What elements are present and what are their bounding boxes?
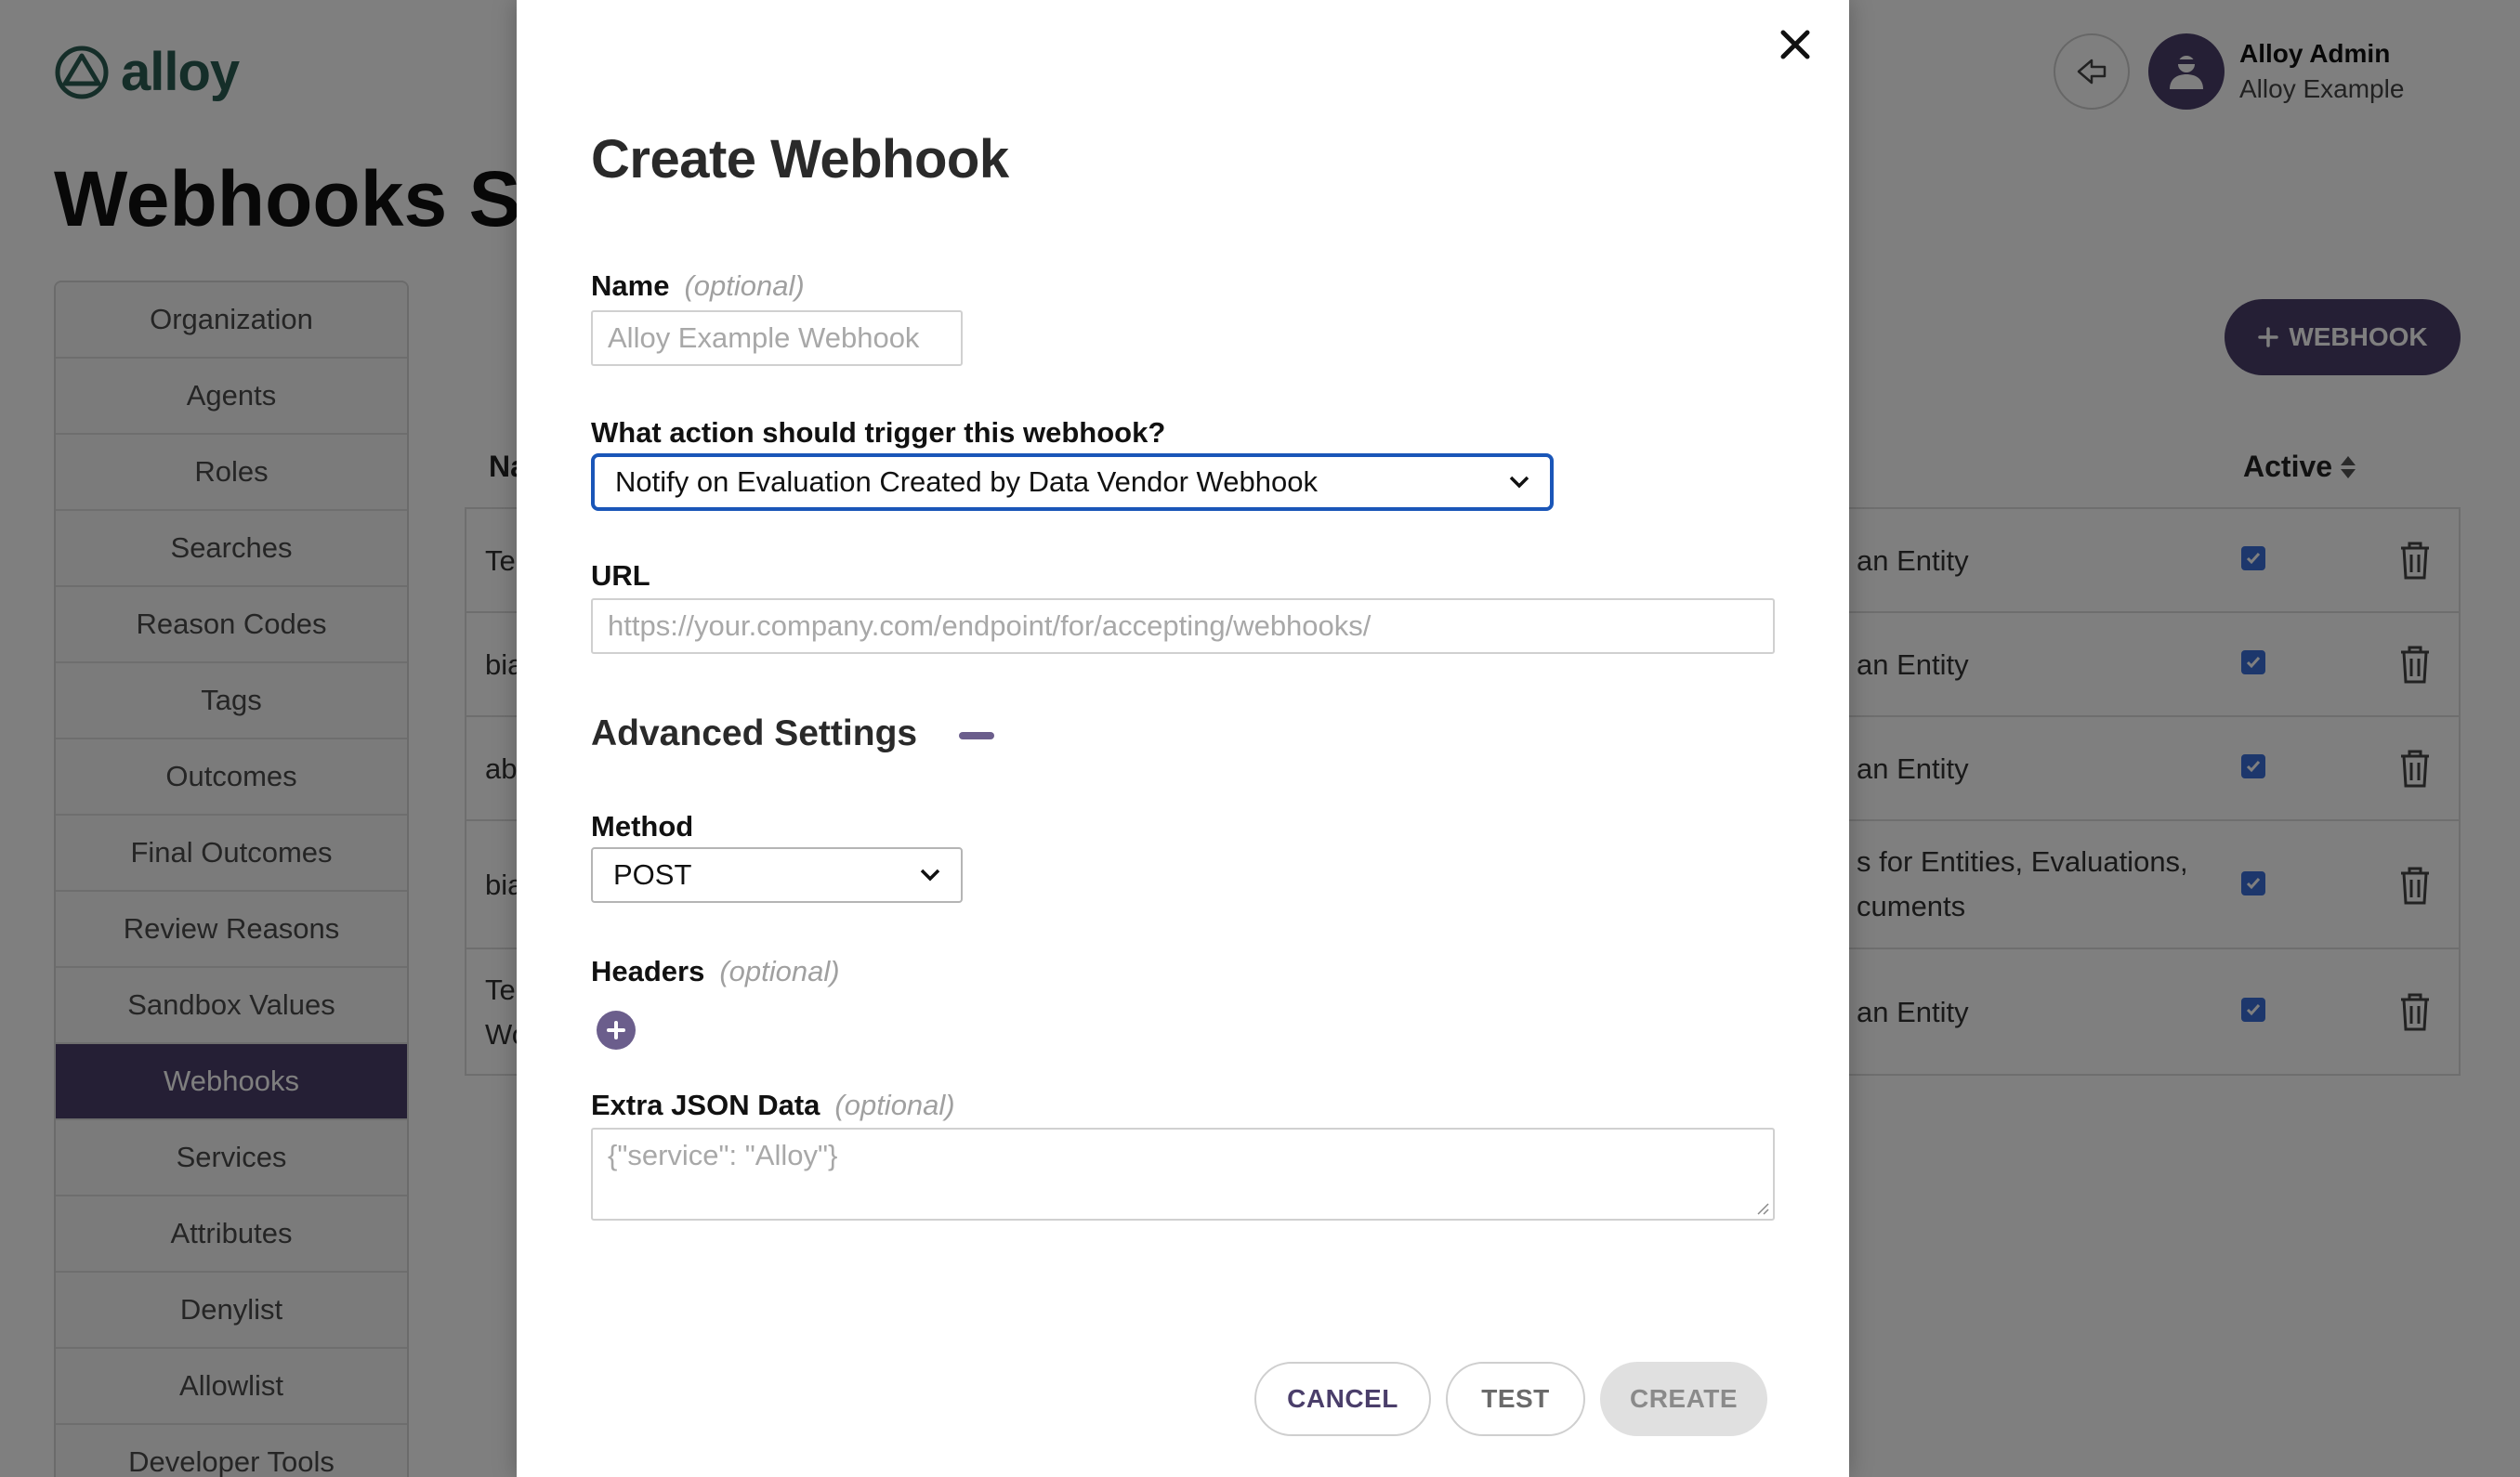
test-button[interactable]: TEST	[1446, 1362, 1585, 1436]
trigger-label: What action should trigger this webhook?	[591, 416, 1166, 449]
resize-grip-icon[interactable]	[1754, 1200, 1769, 1215]
name-optional-hint: (optional)	[684, 269, 805, 302]
method-select[interactable]: POST	[591, 847, 963, 903]
trigger-select[interactable]: Notify on Evaluation Created by Data Ven…	[591, 453, 1554, 511]
extra-json-textarea[interactable]: {"service": "Alloy"}	[591, 1128, 1775, 1221]
chevron-down-icon	[920, 869, 940, 882]
extra-json-placeholder: {"service": "Alloy"}	[608, 1139, 838, 1171]
plus-circle-icon	[607, 1021, 625, 1039]
headers-label: Headers (optional)	[591, 955, 840, 988]
extra-json-label: Extra JSON Data (optional)	[591, 1089, 955, 1122]
advanced-settings-title: Advanced Settings	[591, 713, 918, 753]
modal-title: Create Webhook	[591, 129, 1009, 190]
name-label: Name (optional)	[591, 269, 805, 303]
extra-json-label-text: Extra JSON Data	[591, 1089, 820, 1121]
name-input[interactable]: Alloy Example Webhook	[591, 310, 963, 366]
url-input[interactable]: https://your.company.com/endpoint/for/ac…	[591, 598, 1775, 654]
minus-icon[interactable]	[959, 732, 994, 739]
create-button[interactable]: CREATE	[1600, 1362, 1767, 1436]
method-label: Method	[591, 810, 694, 843]
close-icon	[1780, 30, 1810, 59]
name-label-text: Name	[591, 269, 670, 302]
url-label: URL	[591, 559, 650, 592]
trigger-select-value: Notify on Evaluation Created by Data Ven…	[615, 465, 1318, 498]
headers-optional-hint: (optional)	[719, 955, 840, 987]
close-button[interactable]	[1769, 19, 1821, 71]
method-select-value: POST	[613, 858, 692, 891]
chevron-down-icon	[1509, 476, 1529, 489]
headers-label-text: Headers	[591, 955, 705, 987]
add-header-button[interactable]	[597, 1011, 636, 1050]
create-webhook-modal: Create Webhook Name (optional) Alloy Exa…	[517, 0, 1849, 1477]
extra-json-optional-hint: (optional)	[834, 1089, 955, 1121]
cancel-button[interactable]: CANCEL	[1254, 1362, 1431, 1436]
